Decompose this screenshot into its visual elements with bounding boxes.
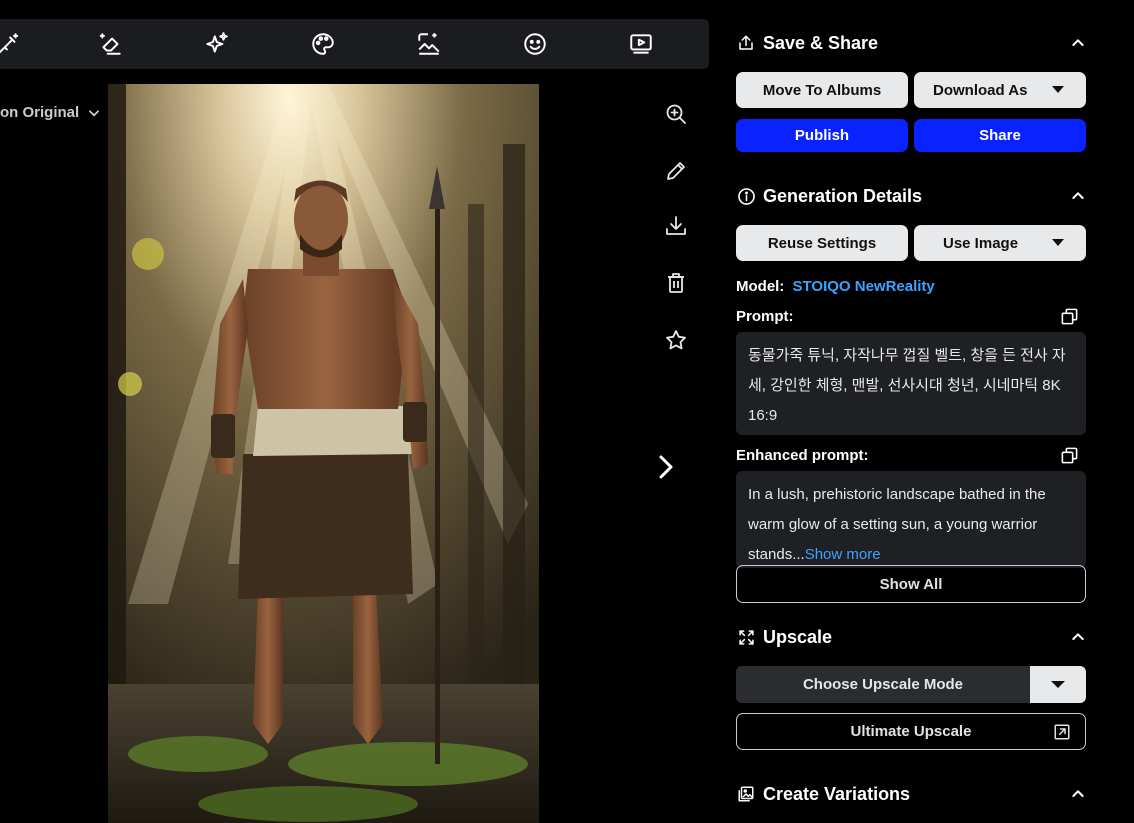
model-row: Model: STOIQO NewReality: [736, 278, 935, 295]
upscale-mode-select[interactable]: Choose Upscale Mode: [736, 666, 1086, 703]
magic-wand-edit-icon[interactable]: [0, 30, 22, 58]
details-panel: Save & Share Move To Albums Download As …: [720, 0, 1134, 823]
move-to-albums-button[interactable]: Move To Albums: [736, 72, 908, 108]
enhanced-prompt-label: Enhanced prompt:: [736, 447, 869, 464]
show-all-button[interactable]: Show All: [736, 565, 1086, 603]
external-link-icon: [1053, 723, 1071, 741]
generation-details-title: Generation Details: [763, 185, 923, 206]
chevron-up-icon[interactable]: [1068, 186, 1088, 206]
generated-image[interactable]: [108, 84, 539, 823]
caret-down-icon: [1052, 86, 1064, 93]
create-variations-title: Create Variations: [763, 783, 911, 804]
next-image-arrow-icon[interactable]: [650, 450, 680, 484]
ultimate-upscale-button[interactable]: Ultimate Upscale: [736, 713, 1086, 750]
model-label: Model:: [736, 278, 785, 295]
trash-icon[interactable]: [660, 267, 692, 299]
chevron-up-icon[interactable]: [1068, 627, 1088, 647]
upscale-header[interactable]: Upscale: [736, 623, 1088, 651]
download-as-button[interactable]: Download As: [914, 72, 1086, 108]
compare-label: on Original: [0, 104, 80, 121]
model-name-link[interactable]: STOIQO NewReality: [793, 278, 935, 295]
compare-original-dropdown[interactable]: on Original: [0, 104, 101, 121]
image-tools-toolbar: [0, 19, 709, 69]
enhanced-prompt-text: In a lush, prehistoric landscape bathed …: [748, 486, 1046, 563]
reuse-settings-button[interactable]: Reuse Settings: [736, 225, 908, 261]
chevron-up-icon[interactable]: [1068, 784, 1088, 804]
use-image-button[interactable]: Use Image: [914, 225, 1086, 261]
prompt-text: 동물가죽 튜닉, 자작나무 껍질 벨트, 창을 든 전사 자세, 강인한 체형,…: [736, 332, 1086, 435]
info-icon: [736, 186, 756, 206]
show-more-link[interactable]: Show more: [805, 546, 881, 563]
images-icon: [736, 784, 756, 804]
sparkles-icon[interactable]: [203, 30, 231, 58]
enhanced-prompt-box: In a lush, prehistoric landscape bathed …: [736, 471, 1086, 568]
caret-down-icon[interactable]: [1030, 666, 1086, 703]
publish-button[interactable]: Publish: [736, 119, 908, 152]
smiley-face-icon[interactable]: [521, 30, 549, 58]
copy-icon[interactable]: [1060, 446, 1080, 466]
upscale-title: Upscale: [763, 626, 833, 647]
create-variations-header[interactable]: Create Variations: [736, 780, 1088, 808]
use-image-label: Use Image: [943, 234, 1019, 252]
download-as-label: Download As: [933, 81, 1028, 99]
expand-icon: [736, 627, 756, 647]
ultimate-upscale-label: Ultimate Upscale: [850, 723, 972, 740]
caret-down-icon: [1052, 239, 1064, 246]
video-play-icon[interactable]: [627, 30, 655, 58]
share-upload-icon: [736, 33, 756, 53]
eraser-icon[interactable]: [97, 30, 125, 58]
download-icon[interactable]: [660, 210, 692, 242]
chevron-up-icon[interactable]: [1068, 33, 1088, 53]
share-button[interactable]: Share: [914, 119, 1086, 152]
palette-icon[interactable]: [309, 30, 337, 58]
chevron-down-icon: [89, 109, 100, 116]
copy-icon[interactable]: [1060, 307, 1080, 327]
generation-details-header[interactable]: Generation Details: [736, 182, 1088, 210]
prompt-label: Prompt:: [736, 308, 794, 325]
zoom-in-icon[interactable]: [660, 98, 692, 130]
star-icon[interactable]: [660, 324, 692, 356]
pencil-icon[interactable]: [660, 155, 692, 187]
save-share-header[interactable]: Save & Share: [736, 29, 1088, 57]
choose-upscale-mode-label[interactable]: Choose Upscale Mode: [736, 666, 1030, 703]
save-share-title: Save & Share: [763, 32, 879, 53]
image-enhance-icon[interactable]: [415, 30, 443, 58]
